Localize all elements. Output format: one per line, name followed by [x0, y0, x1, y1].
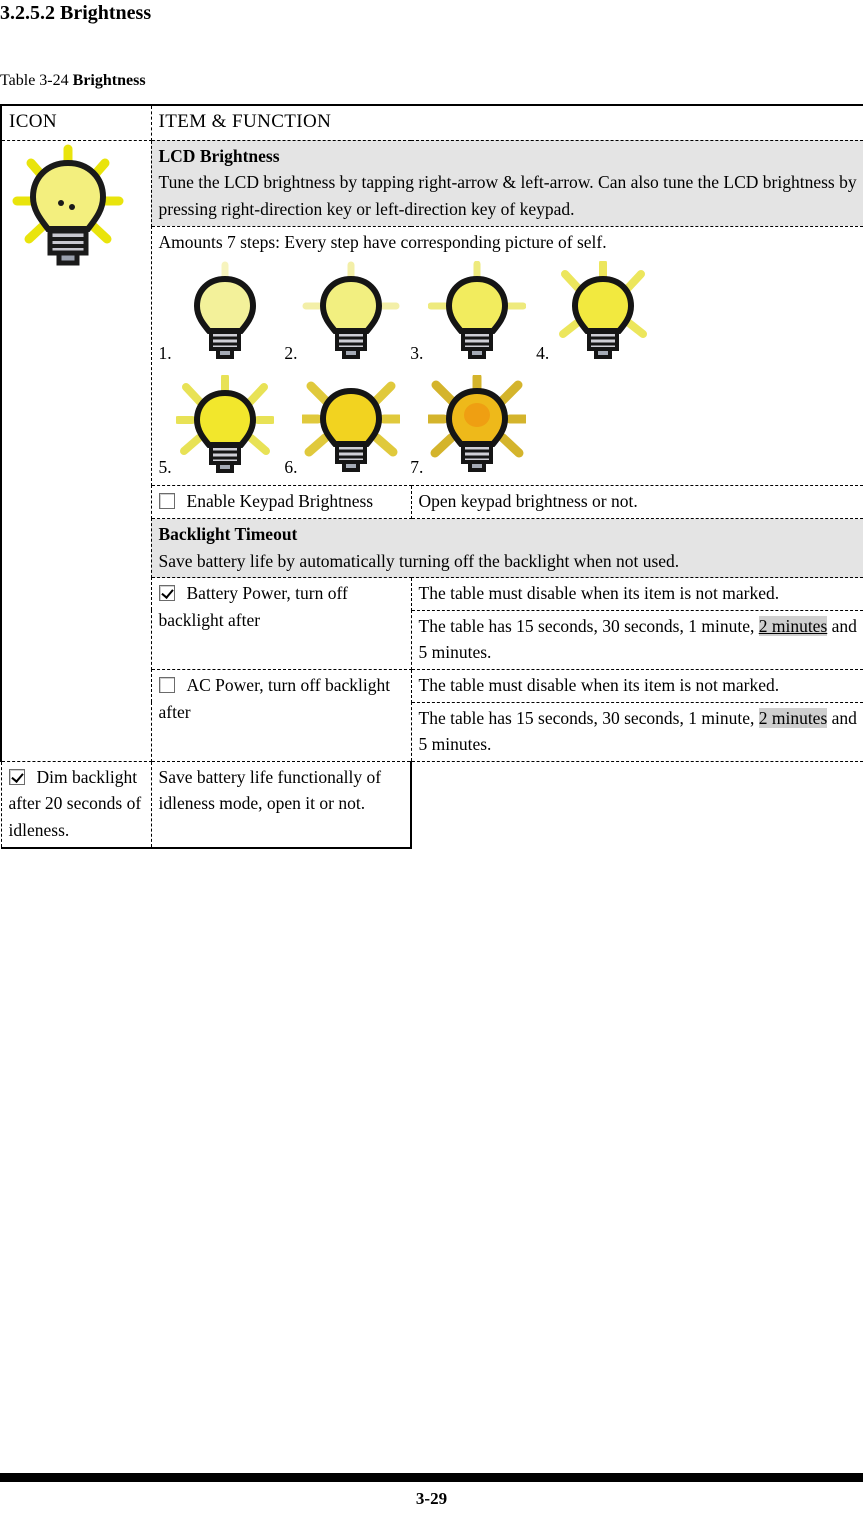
- cell-dim-backlight-description: Save battery life functionally of idlene…: [150, 760, 412, 849]
- battery-power-checkbox[interactable]: [158, 585, 175, 602]
- page-number: 3-29: [415, 1489, 448, 1508]
- column-header-item: ITEM & FUNCTION: [150, 103, 863, 141]
- page-title: 3.2.5.2 Brightness: [0, 2, 152, 24]
- icon-cell-lightbulb: [0, 139, 152, 762]
- ac-power-label: AC Power, turn off backlight after: [158, 675, 391, 722]
- bulb-step-2: 2.: [284, 261, 400, 369]
- cell-enable-keypad-description: Open keypad brightness or not.: [410, 485, 863, 520]
- ac-power-checkbox[interactable]: [158, 677, 175, 693]
- table-row: LCD Brightness Tune the LCD brightness b…: [0, 139, 863, 762]
- bulb-step-1: 1.: [159, 261, 275, 369]
- steps-intro: Amounts 7 steps: Every step have corresp…: [158, 231, 607, 252]
- lightbulb-level-1-icon: [176, 261, 274, 369]
- lightbulb-level-3-icon: [427, 260, 527, 369]
- lcd-brightness-body: Tune the LCD brightness by tapping right…: [158, 172, 857, 220]
- lightbulb-level-4-icon: [554, 259, 652, 369]
- footer-rule: [0, 1473, 863, 1482]
- cell-backlight-timeout: Backlight Timeout Save battery life by a…: [150, 518, 863, 579]
- bulb-step-1-label: 1.: [158, 343, 172, 364]
- bulb-step-4: 4.: [536, 259, 652, 369]
- cell-ac-power-desc2: The table has 15 seconds, 30 seconds, 1 …: [410, 701, 863, 762]
- cell-brightness-steps: Amounts 7 steps: Every step have corresp…: [150, 225, 863, 487]
- cell-lcd-brightness: LCD Brightness Tune the LCD brightness b…: [150, 139, 863, 227]
- table-header-row: ICON ITEM & FUNCTION: [0, 103, 863, 141]
- lightbulb-level-2-icon: [302, 261, 400, 369]
- battery-power-timeout-value: 2 minutes: [758, 615, 828, 636]
- cell-ac-power-desc1: The table must disable when its item is …: [410, 669, 863, 703]
- caption-bold: Brightness: [72, 72, 146, 89]
- enable-keypad-brightness-checkbox[interactable]: [158, 493, 175, 510]
- document-page: 3.2.5.2 Brightness Table 3-24 Brightness…: [0, 0, 863, 1519]
- lightbulb-icon: [9, 144, 127, 275]
- lightbulb-level-7-icon: [424, 372, 530, 483]
- bulb-row-first: 1. 2. 3. 4.: [159, 259, 858, 369]
- bulb-step-2-label: 2.: [284, 343, 298, 364]
- battery-power-desc2-pre: The table has 15 seconds, 30 seconds, 1 …: [418, 615, 759, 636]
- bulb-step-3-label: 3.: [410, 343, 424, 364]
- backlight-timeout-body: Save battery life by automatically turni…: [158, 550, 680, 571]
- caption-prefix: Table 3-24: [0, 72, 73, 89]
- ac-power-desc2-pre: The table has 15 seconds, 30 seconds, 1 …: [418, 707, 759, 728]
- lcd-brightness-title: LCD Brightness: [158, 145, 280, 166]
- table-row: Dim backlight after 20 seconds of idlene…: [0, 760, 863, 849]
- ac-power-timeout-value: 2 minutes: [758, 707, 828, 728]
- bulb-step-4-label: 4.: [536, 343, 550, 364]
- dim-backlight-checkbox[interactable]: [8, 768, 25, 785]
- cell-battery-power-label: Battery Power, turn off backlight after: [150, 577, 412, 670]
- bulb-step-7: 7.: [410, 372, 530, 483]
- bulb-step-3: 3.: [410, 260, 527, 369]
- bulb-step-6-label: 6.: [284, 456, 298, 477]
- backlight-timeout-title: Backlight Timeout: [158, 524, 298, 545]
- lightbulb-level-5-icon: [174, 372, 276, 483]
- cell-dim-backlight-label: Dim backlight after 20 seconds of idlene…: [0, 760, 152, 849]
- dim-backlight-label: Dim backlight after 20 seconds of idlene…: [8, 766, 142, 840]
- cell-battery-power-desc1: The table must disable when its item is …: [410, 577, 863, 611]
- bulb-step-5: 5.: [158, 372, 276, 483]
- column-header-icon: ICON: [0, 103, 152, 141]
- bulb-step-6: 6.: [284, 375, 404, 483]
- cell-ac-power-label: AC Power, turn off backlight after: [150, 669, 412, 762]
- brightness-table: ICON ITEM & FUNCTION LCD Brightness Tune…: [0, 103, 863, 849]
- enable-keypad-brightness-label: Enable Keypad Brightness: [186, 491, 374, 512]
- bulb-step-7-label: 7.: [410, 456, 424, 477]
- lightbulb-level-6-icon: [298, 375, 404, 483]
- table-caption: Table 3-24 Brightness: [0, 72, 146, 90]
- cell-enable-keypad-brightness: Enable Keypad Brightness: [150, 485, 412, 520]
- cell-battery-power-desc2: The table has 15 seconds, 30 seconds, 1 …: [410, 609, 863, 671]
- bulb-row-second: 5. 6. 7.: [158, 372, 858, 483]
- battery-power-label: Battery Power, turn off backlight after: [158, 583, 348, 630]
- bulb-step-5-label: 5.: [158, 456, 172, 477]
